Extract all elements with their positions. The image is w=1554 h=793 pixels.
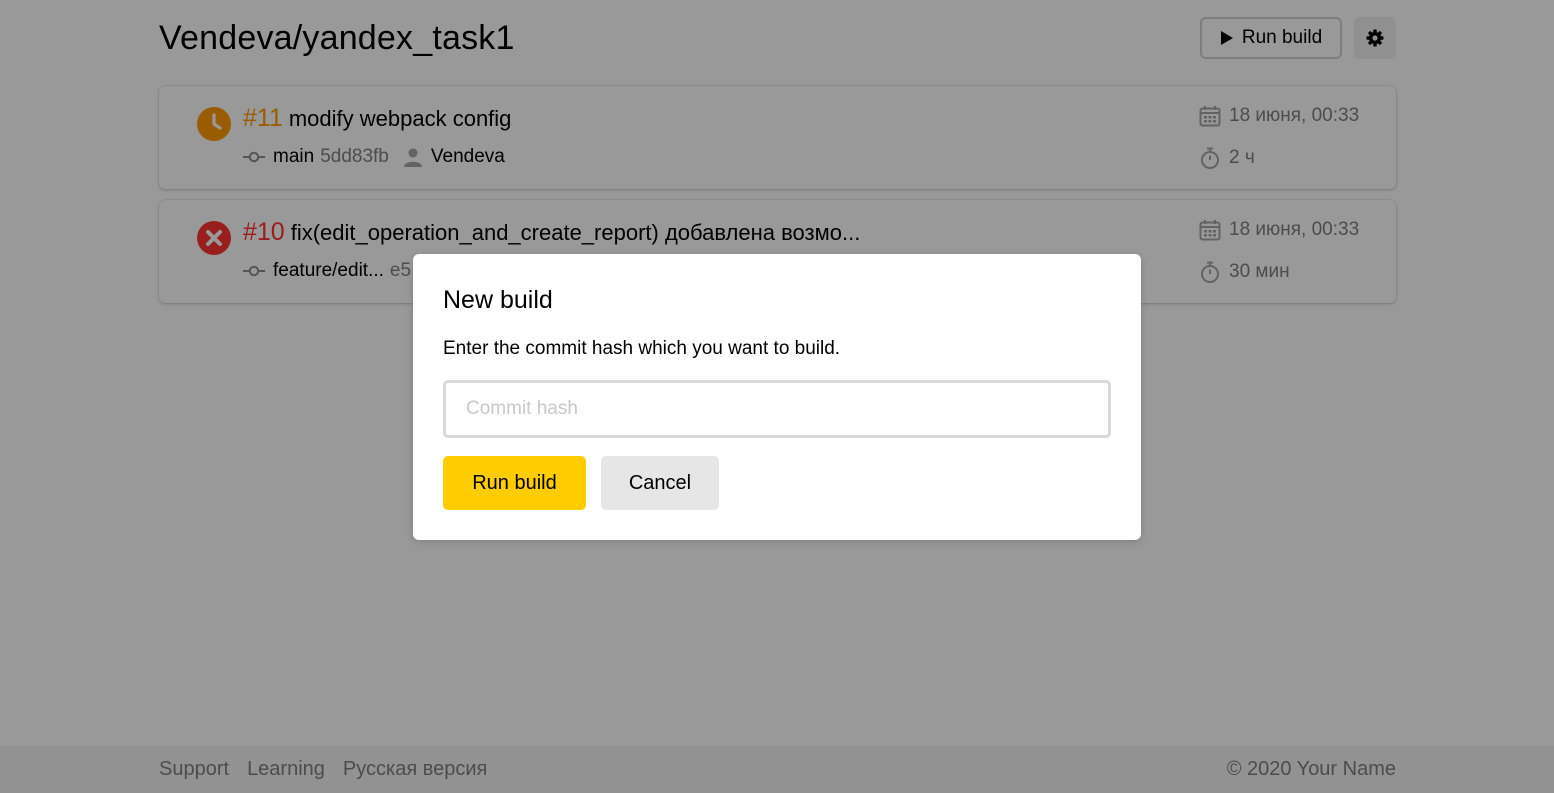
modal-actions: Run build Cancel xyxy=(443,456,719,510)
new-build-modal: New build Enter the commit hash which yo… xyxy=(413,254,1141,540)
modal-title: New build xyxy=(443,286,553,314)
run-build-submit-button[interactable]: Run build xyxy=(443,456,586,510)
page: Vendeva/yandex_task1 Run build #11 modif… xyxy=(0,0,1554,793)
cancel-button[interactable]: Cancel xyxy=(601,456,719,510)
commit-hash-input[interactable] xyxy=(443,380,1111,438)
modal-description: Enter the commit hash which you want to … xyxy=(443,338,841,359)
